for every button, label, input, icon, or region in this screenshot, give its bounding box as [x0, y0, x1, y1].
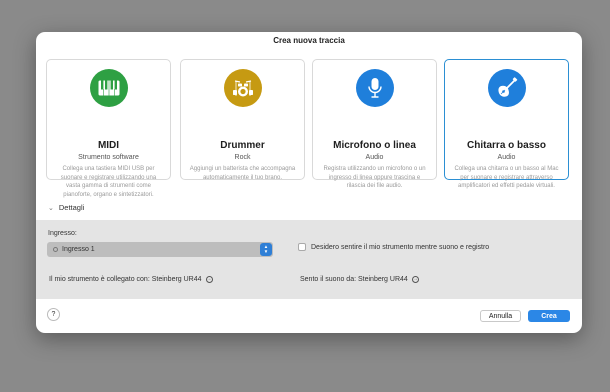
arrow-right-circle-icon[interactable]: →	[205, 276, 213, 283]
card-title: Chitarra o basso	[467, 140, 546, 151]
card-subtitle: Audio	[497, 154, 516, 161]
drum-kit-icon	[224, 69, 262, 107]
output-device-text: Sento il suono da: Steinberg UR44	[300, 276, 408, 283]
piano-keys-icon	[90, 69, 128, 107]
chevron-down-icon: ⌄	[48, 204, 54, 212]
cancel-button[interactable]: Annulla	[480, 310, 521, 322]
arrow-right-circle-icon[interactable]: →	[411, 276, 419, 283]
track-type-midi-card[interactable]: MIDI Strumento software Collega una tast…	[46, 59, 171, 198]
track-type-drummer-card[interactable]: Drummer Rock Aggiungi un batterista che …	[180, 59, 305, 181]
help-button[interactable]: ?	[47, 308, 60, 321]
input-device-info: Il mio strumento è collegato con: Steinb…	[49, 276, 213, 283]
output-device-info: Sento il suono da: Steinberg UR44 →	[300, 276, 419, 283]
details-disclosure[interactable]: ⌄ Dettagli	[48, 203, 84, 212]
input-select-value: Ingresso 1	[62, 246, 95, 253]
monitor-checkbox[interactable]	[298, 243, 306, 251]
card-description: Aggiungi un batterista che accompagna au…	[189, 166, 296, 181]
input-label: Ingresso:	[48, 230, 77, 237]
card-title: MIDI	[97, 140, 120, 151]
card-subtitle: Strumento software	[78, 154, 139, 161]
monitor-option[interactable]: Desidero sentire il mio strumento mentre…	[298, 243, 489, 251]
card-description: Collega una tastiera MIDI USB per suonar…	[60, 166, 157, 198]
input-channel-icon	[53, 247, 58, 252]
card-description: Registra utilizzando un microfono o un i…	[323, 166, 426, 190]
dialog-title: Crea nuova traccia	[273, 36, 345, 45]
monitor-label: Desidero sentire il mio strumento mentre…	[311, 243, 490, 251]
input-select[interactable]: Ingresso 1 ▲ ▼	[47, 242, 273, 257]
create-button[interactable]: Crea	[528, 310, 570, 322]
card-subtitle: Audio	[365, 154, 384, 161]
select-stepper-icon[interactable]: ▲ ▼	[260, 243, 272, 256]
input-device-text: Il mio strumento è collegato con: Steinb…	[49, 276, 202, 283]
card-description: Collega una chitarra o un basso al Mac p…	[454, 166, 559, 190]
track-type-microphone-card[interactable]: Microfono o linea Audio Registra utilizz…	[312, 59, 437, 189]
card-title: Microfono o linea	[333, 140, 416, 151]
details-label: Dettagli	[58, 203, 85, 212]
card-title: Drummer	[220, 140, 265, 151]
card-subtitle: Rock	[234, 154, 251, 161]
new-track-dialog: Crea nuova traccia MIDI Strumento softwa…	[36, 32, 582, 333]
microphone-icon	[356, 69, 394, 107]
guitar-icon	[488, 69, 526, 107]
track-type-guitar-card[interactable]: Chitarra o basso Audio Collega una chita…	[444, 59, 569, 189]
details-panel: Ingresso: Ingresso 1 ▲ ▼ Desidero sentire…	[36, 220, 582, 299]
